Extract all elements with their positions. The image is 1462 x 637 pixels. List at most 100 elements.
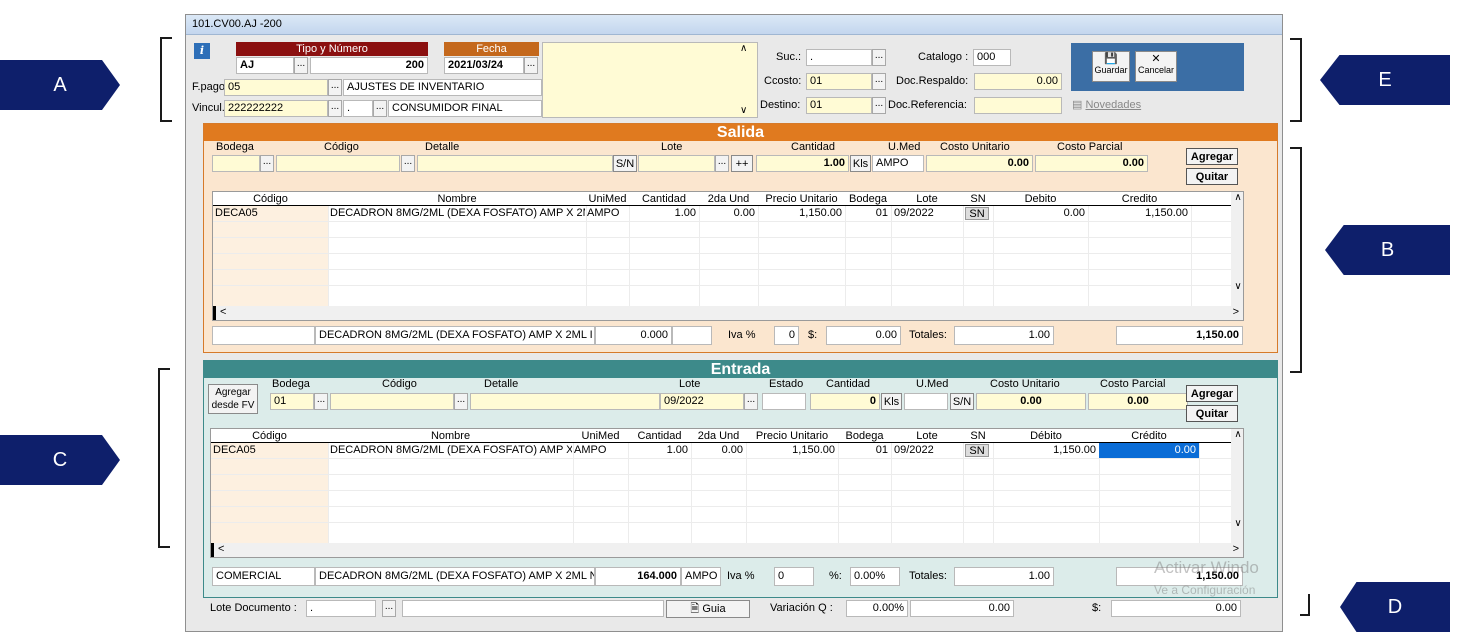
vincul-code-field[interactable]: 222222222 <box>224 100 328 117</box>
scroll-down-icon[interactable]: ∨ <box>1231 518 1243 529</box>
salida-col-cantidad[interactable]: Cantidad <box>629 192 699 206</box>
salida-cantidad-field[interactable]: 1.00 <box>756 155 849 172</box>
scroll-left-icon[interactable]: < <box>220 306 226 318</box>
salida-cell-bodega[interactable]: 01 <box>845 206 888 221</box>
salida-vscroll[interactable]: ∧ ∨ <box>1231 192 1243 306</box>
salida-lote-lookup-button[interactable]: ... <box>715 155 729 172</box>
entrada-col-cantidad[interactable]: Cantidad <box>628 429 691 443</box>
tipo-field[interactable]: AJ <box>236 57 294 74</box>
entrada-col-debito[interactable]: Débito <box>993 429 1099 443</box>
salida-col-sn[interactable]: SN <box>963 192 993 206</box>
guia-button[interactable]: 🗎 Guia <box>666 600 750 618</box>
vincul-branch-field[interactable]: . <box>343 100 373 117</box>
salida-quitar-button[interactable]: Quitar <box>1186 168 1238 185</box>
entrada-grid[interactable]: Código Nombre UniMed Cantidad 2da Und Pr… <box>210 428 1244 558</box>
scroll-down-icon[interactable]: ∨ <box>1231 281 1243 292</box>
entrada-codigo-lookup-button[interactable]: ... <box>454 393 468 410</box>
notes-scroll-down-icon[interactable]: ∨ <box>740 105 747 116</box>
entrada-cell-nombre[interactable]: DECADRON 8MG/2ML (DEXA FOSFATO) AMP X 2I <box>330 443 572 458</box>
salida-cell-credito[interactable]: 1,150.00 <box>1088 206 1188 221</box>
entrada-col-sn[interactable]: SN <box>963 429 993 443</box>
entrada-lote-field[interactable]: 09/2022 <box>660 393 744 410</box>
salida-cell-codigo[interactable]: DECA05 <box>215 206 327 221</box>
fecha-picker-button[interactable]: ... <box>524 57 538 74</box>
salida-col-precio[interactable]: Precio Unitario <box>758 192 845 206</box>
cancelar-button[interactable]: ✕ Cancelar <box>1135 51 1177 82</box>
scroll-up-icon[interactable]: ∧ <box>1231 429 1243 440</box>
salida-cell-cantidad[interactable]: 1.00 <box>629 206 696 221</box>
lote-documento-field[interactable]: . <box>306 600 376 617</box>
salida-costo-unitario-field[interactable]: 0.00 <box>926 155 1033 172</box>
salida-cell-precio[interactable]: 1,150.00 <box>758 206 842 221</box>
entrada-col-bodega[interactable]: Bodega <box>838 429 891 443</box>
lote-documento-lookup-button[interactable]: ... <box>382 600 396 617</box>
salida-bodega-field[interactable] <box>212 155 260 172</box>
entrada-sn-button[interactable]: S/N <box>950 393 974 410</box>
catalogo-field[interactable]: 000 <box>973 49 1011 66</box>
salida-cell-2daund[interactable]: 0.00 <box>699 206 755 221</box>
entrada-cell-precio[interactable]: 1,150.00 <box>746 443 835 458</box>
salida-col-nombre[interactable]: Nombre <box>328 192 586 206</box>
guardar-button[interactable]: 💾 Guardar <box>1092 51 1130 82</box>
numero-field[interactable]: 200 <box>310 57 428 74</box>
vincul-branch-lookup-button[interactable]: ... <box>373 100 387 117</box>
fpago-code-field[interactable]: 05 <box>224 79 328 96</box>
entrada-col-2daund[interactable]: 2da Und <box>691 429 746 443</box>
entrada-cell-credito[interactable]: 0.00 <box>1099 443 1199 458</box>
salida-sn-button[interactable]: S/N <box>613 155 637 172</box>
salida-cell-lote[interactable]: 09/2022 <box>894 206 962 221</box>
salida-col-lote[interactable]: Lote <box>891 192 963 206</box>
entrada-col-codigo[interactable]: Código <box>211 429 328 443</box>
salida-codigo-lookup-button[interactable]: ... <box>401 155 415 172</box>
salida-cell-unimed[interactable]: AMPO <box>587 206 629 221</box>
entrada-cell-unimed[interactable]: AMPO <box>574 443 628 458</box>
docresp-field[interactable]: 0.00 <box>974 73 1062 90</box>
destino-field[interactable]: 01 <box>806 97 872 114</box>
salida-col-bodega[interactable]: Bodega <box>845 192 891 206</box>
salida-agregar-button[interactable]: Agregar <box>1186 148 1238 165</box>
entrada-cell-debito[interactable]: 1,150.00 <box>993 443 1096 458</box>
fecha-field[interactable]: 2021/03/24 <box>444 57 524 74</box>
info-icon[interactable]: i <box>194 43 210 59</box>
scroll-right-icon[interactable]: > <box>1233 306 1239 318</box>
entrada-bodega-field[interactable]: 01 <box>270 393 314 410</box>
salida-cell-nombre[interactable]: DECADRON 8MG/2ML (DEXA FOSFATO) AMP X 2M… <box>330 206 585 221</box>
salida-col-codigo[interactable]: Código <box>213 192 328 206</box>
tipo-lookup-button[interactable]: ... <box>294 57 308 74</box>
entrada-agregar-fv-button[interactable]: Agregar desde FV <box>208 384 258 414</box>
entrada-quitar-button[interactable]: Quitar <box>1186 405 1238 422</box>
salida-col-unimed[interactable]: UniMed <box>586 192 629 206</box>
entrada-col-nombre[interactable]: Nombre <box>328 429 573 443</box>
entrada-cell-sn[interactable]: SN <box>965 444 989 457</box>
entrada-kls-button[interactable]: Kls <box>881 393 902 410</box>
entrada-col-precio[interactable]: Precio Unitario <box>746 429 838 443</box>
entrada-costo-parcial-field[interactable]: 0.00 <box>1088 393 1188 410</box>
suc-lookup-button[interactable]: ... <box>872 49 886 66</box>
salida-plusplus-button[interactable]: ++ <box>731 155 753 172</box>
salida-costo-parcial-field[interactable]: 0.00 <box>1035 155 1148 172</box>
entrada-agregar-button[interactable]: Agregar <box>1186 385 1238 402</box>
destino-lookup-button[interactable]: ... <box>872 97 886 114</box>
docref-field[interactable] <box>974 97 1062 114</box>
salida-lote-field[interactable] <box>638 155 715 172</box>
entrada-cell-2daund[interactable]: 0.00 <box>691 443 743 458</box>
salida-hscroll[interactable]: < > <box>213 306 1243 320</box>
salida-codigo-field[interactable] <box>276 155 400 172</box>
entrada-vscroll[interactable]: ∧ ∨ <box>1231 429 1243 543</box>
salida-col-2daund[interactable]: 2da Und <box>699 192 758 206</box>
entrada-col-unimed[interactable]: UniMed <box>573 429 628 443</box>
entrada-cell-bodega[interactable]: 01 <box>838 443 888 458</box>
entrada-costo-unitario-field[interactable]: 0.00 <box>976 393 1086 410</box>
entrada-hscroll[interactable]: < > <box>211 543 1243 557</box>
vincul-lookup-button[interactable]: ... <box>328 100 342 117</box>
entrada-bodega-lookup-button[interactable]: ... <box>314 393 328 410</box>
entrada-lote-lookup-button[interactable]: ... <box>744 393 758 410</box>
salida-col-credito[interactable]: Credito <box>1088 192 1191 206</box>
novedades-button[interactable]: ▤ Novedades <box>1072 97 1152 114</box>
entrada-cell-cantidad[interactable]: 1.00 <box>628 443 688 458</box>
notes-textarea[interactable] <box>542 42 758 118</box>
ccosto-lookup-button[interactable]: ... <box>872 73 886 90</box>
entrada-detalle-field[interactable] <box>470 393 660 410</box>
entrada-cell-lote[interactable]: 09/2022 <box>894 443 962 458</box>
ccosto-field[interactable]: 01 <box>806 73 872 90</box>
